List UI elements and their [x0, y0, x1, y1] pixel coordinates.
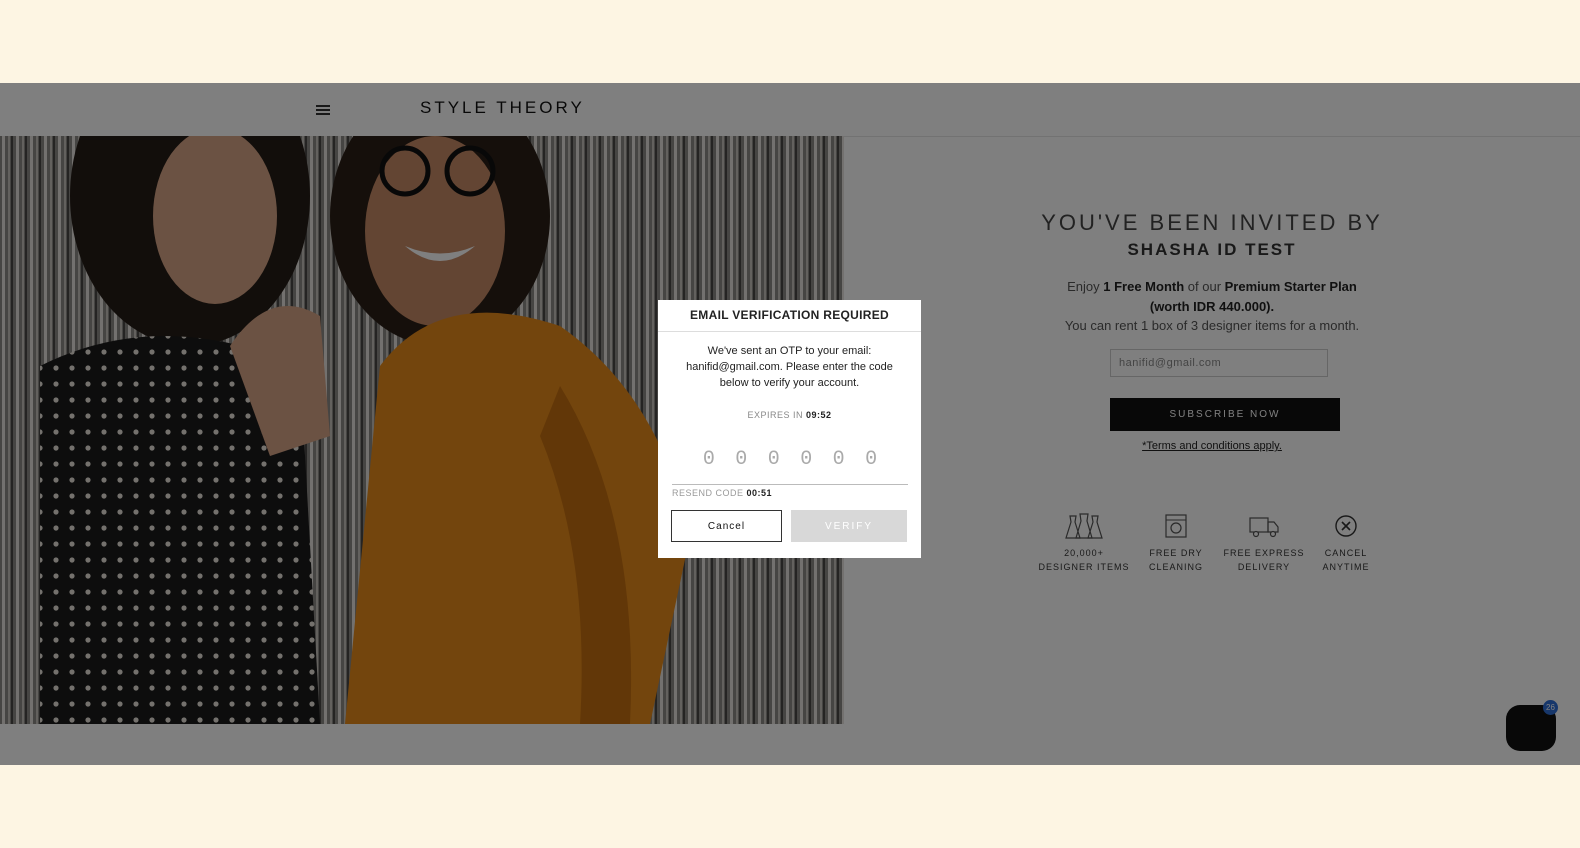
otp-digit[interactable]: 0 [792, 448, 820, 471]
resend-label: RESEND CODE [672, 488, 744, 498]
resend-code: RESEND CODE 00:51 [672, 488, 772, 498]
expires-time: 09:52 [806, 410, 832, 420]
otp-digit[interactable]: 0 [760, 448, 788, 471]
otp-input[interactable]: 0 0 0 0 0 0 [672, 448, 908, 485]
otp-expiry: EXPIRES IN 09:52 [658, 410, 921, 420]
otp-digit[interactable]: 0 [727, 448, 755, 471]
otp-digit[interactable]: 0 [825, 448, 853, 471]
page-frame: STYLE THEORY [0, 83, 1580, 765]
expires-label: EXPIRES IN [747, 410, 803, 420]
email-verification-modal: EMAIL VERIFICATION REQUIRED We've sent a… [658, 300, 921, 558]
otp-digit[interactable]: 0 [695, 448, 723, 471]
otp-digit[interactable]: 0 [857, 448, 885, 471]
modal-message: We've sent an OTP to your email: hanifid… [686, 345, 893, 389]
cancel-button[interactable]: Cancel [671, 510, 782, 542]
resend-time: 00:51 [746, 488, 773, 498]
modal-title: EMAIL VERIFICATION REQUIRED [658, 300, 921, 332]
verify-button[interactable]: VERIFY [791, 510, 907, 542]
